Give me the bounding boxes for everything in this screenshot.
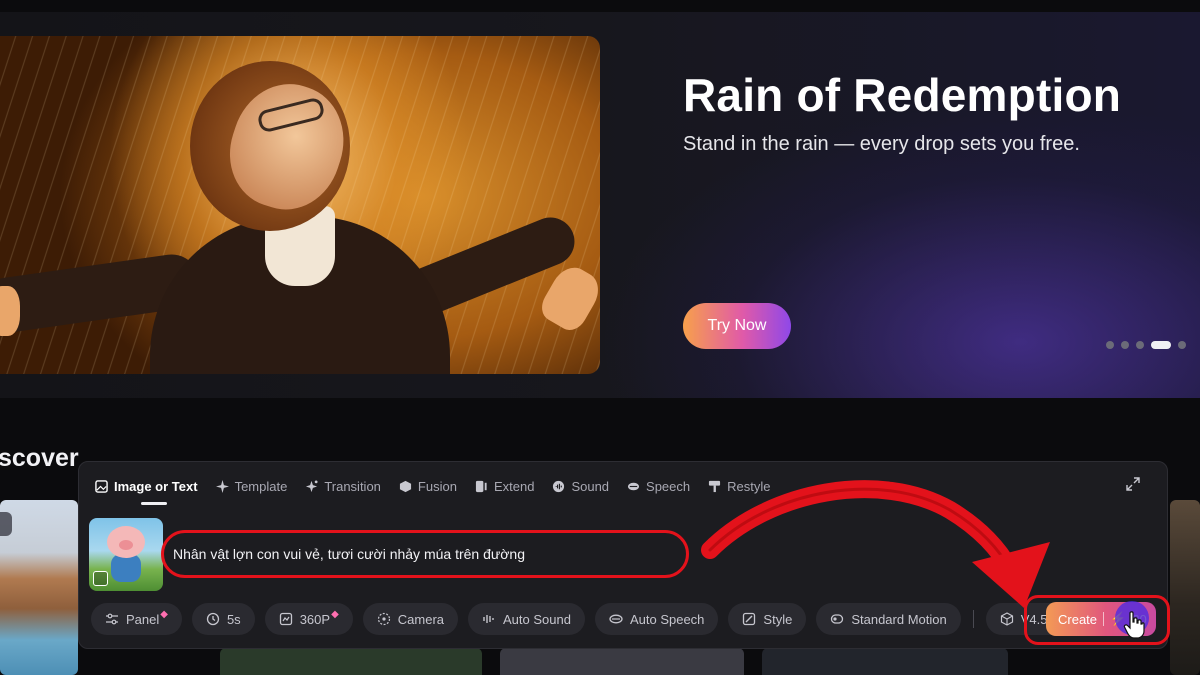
carousel-dot[interactable] <box>1106 341 1114 349</box>
image-icon <box>95 479 108 493</box>
waveform-icon <box>482 612 496 626</box>
tab-transition[interactable]: Transition <box>305 476 381 496</box>
tab-speech[interactable]: Speech <box>627 476 690 496</box>
motion-icon <box>830 612 844 626</box>
sound-icon <box>553 480 565 492</box>
generation-toolbar: Panel ◆ 5s 360P ◆ Camera Auto Sound Auto… <box>91 603 1072 635</box>
active-tab-indicator <box>141 502 167 505</box>
style-icon <box>742 612 756 626</box>
premium-gem-icon: ◆ <box>160 608 168 620</box>
panel-button[interactable]: Panel ◆ <box>91 603 182 635</box>
toolbar-divider <box>972 610 974 628</box>
auto-sound-button[interactable]: Auto Sound <box>468 603 585 635</box>
hand-cursor-icon <box>1123 611 1145 639</box>
auto-speech-button[interactable]: Auto Speech <box>594 603 719 635</box>
carousel-dots <box>1106 341 1186 349</box>
speech-icon <box>609 612 623 626</box>
tab-fusion[interactable]: Fusion <box>399 476 457 496</box>
hero-title: Rain of Redemption <box>683 69 1122 121</box>
annotation-highlight-prompt <box>161 530 689 578</box>
discover-thumbnail[interactable] <box>220 648 482 675</box>
expand-icon[interactable] <box>1125 476 1141 492</box>
media-icon <box>0 512 12 536</box>
carousel-dot-active[interactable] <box>1151 341 1171 349</box>
image-icon <box>93 571 108 586</box>
discover-heading: scover <box>0 444 79 472</box>
carousel-dot[interactable] <box>1121 341 1129 349</box>
resolution-button[interactable]: 360P ◆ <box>264 603 353 635</box>
reference-image-thumbnail[interactable] <box>89 518 163 591</box>
cube-icon <box>1000 612 1014 626</box>
tab-restyle[interactable]: Restyle <box>708 476 770 496</box>
clock-icon <box>206 612 220 626</box>
discover-thumbnail[interactable] <box>1170 500 1200 675</box>
tab-template[interactable]: Template <box>215 476 287 496</box>
camera-icon <box>377 612 391 626</box>
carousel-dot[interactable] <box>1178 341 1186 349</box>
discover-thumbnail[interactable] <box>500 648 744 675</box>
resolution-icon <box>279 612 293 626</box>
camera-button[interactable]: Camera <box>362 603 459 635</box>
hero-subtitle: Stand in the rain — every drop sets you … <box>683 133 1080 155</box>
hero-banner: Rain of Redemption Stand in the rain — e… <box>0 12 1200 398</box>
tab-sound[interactable]: Sound <box>552 476 609 496</box>
style-button[interactable]: Style <box>728 603 807 635</box>
page: Rain of Redemption Stand in the rain — e… <box>0 0 1200 675</box>
sliders-icon <box>105 612 119 626</box>
duration-button[interactable]: 5s <box>191 603 255 635</box>
extend-icon <box>475 480 487 492</box>
discover-thumbnail[interactable] <box>762 648 1008 675</box>
sparkle-icon <box>215 479 229 493</box>
tab-extend[interactable]: Extend <box>475 476 534 496</box>
motion-button[interactable]: Standard Motion <box>816 603 961 635</box>
try-now-button[interactable]: Try Now <box>683 303 791 349</box>
mode-tabs: Image or Text Template Transition Fusion… <box>95 476 788 496</box>
star-icon <box>306 479 318 492</box>
speech-icon <box>627 482 640 490</box>
hero-image[interactable] <box>0 36 600 374</box>
cube-icon <box>399 480 411 492</box>
carousel-dot[interactable] <box>1136 341 1144 349</box>
tab-image-or-text[interactable]: Image or Text <box>95 476 198 496</box>
brush-icon <box>709 480 721 492</box>
creation-panel: Image or Text Template Transition Fusion… <box>78 461 1168 649</box>
premium-gem-icon: ◆ <box>331 608 339 620</box>
